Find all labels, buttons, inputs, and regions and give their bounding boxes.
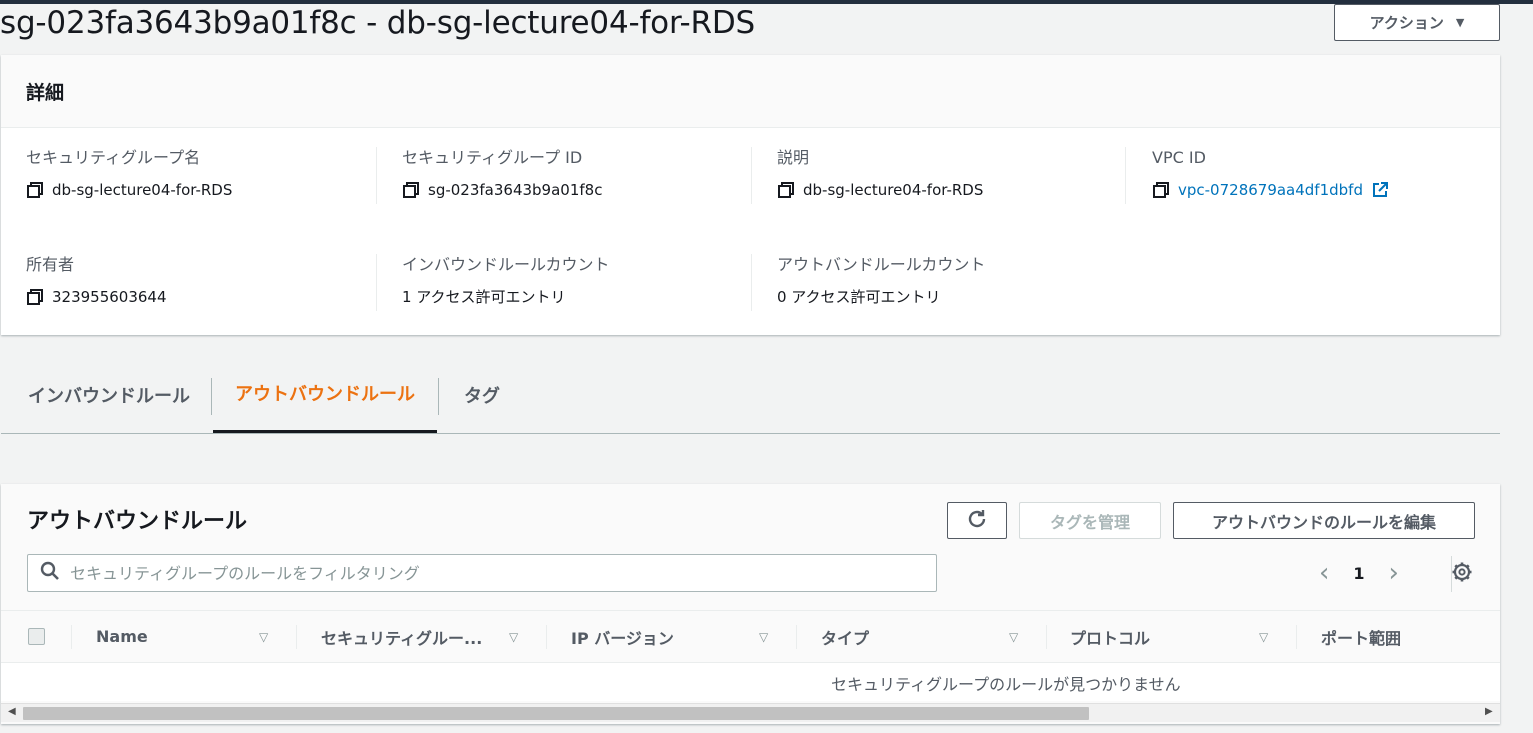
tab-bar: インバウンドルール アウトバウンドルール タグ <box>1 356 1500 434</box>
tab-separator <box>438 378 439 415</box>
field-label: 所有者 <box>26 255 75 274</box>
field-security-group-name: セキュリティグループ名 db-sg-lecture04-for-RDS <box>26 148 376 200</box>
scrollbar-thumb[interactable] <box>23 707 1089 720</box>
sort-icon[interactable]: ▽ <box>509 630 518 644</box>
actions-dropdown-button[interactable]: アクション ▼ <box>1334 4 1500 41</box>
sort-icon[interactable]: ▽ <box>759 630 768 644</box>
copy-icon[interactable] <box>26 288 44 306</box>
field-owner: 所有者 323955603644 <box>26 255 376 307</box>
caret-down-icon: ▼ <box>1455 16 1465 29</box>
column-header-protocol[interactable]: プロトコル <box>1070 611 1150 662</box>
filter-input[interactable] <box>70 563 910 583</box>
column-separator <box>1046 625 1047 649</box>
column-separator <box>1296 625 1297 649</box>
tab-separator <box>211 378 212 415</box>
copy-icon[interactable] <box>26 181 44 199</box>
settings-gear-icon[interactable] <box>1451 561 1473 583</box>
column-header-ip-version[interactable]: IP バージョン <box>571 611 674 662</box>
column-header-type[interactable]: タイプ <box>821 611 869 662</box>
field-value: 323955603644 <box>52 288 167 306</box>
column-divider <box>376 147 377 204</box>
select-all-checkbox[interactable] <box>28 628 45 645</box>
details-heading: 詳細 <box>26 81 65 104</box>
column-header-name[interactable]: Name <box>96 611 148 662</box>
column-separator <box>71 625 72 649</box>
field-value: db-sg-lecture04-for-RDS <box>52 181 233 199</box>
tab-tags[interactable]: タグ <box>464 356 500 433</box>
details-header: 詳細 <box>1 55 1500 128</box>
column-divider <box>376 254 377 311</box>
refresh-icon <box>966 508 988 534</box>
field-value: 0 アクセス許可エントリ <box>777 288 941 306</box>
column-separator <box>796 625 797 649</box>
outbound-rules-heading: アウトバウンドルール <box>27 509 248 534</box>
scroll-right-icon[interactable]: ▶ <box>1485 706 1493 717</box>
field-value: db-sg-lecture04-for-RDS <box>803 181 984 199</box>
actions-button-label: アクション <box>1369 14 1444 32</box>
pagination: ‹ 1 › <box>1319 556 1399 590</box>
previous-page-icon[interactable]: ‹ <box>1319 560 1329 586</box>
vpc-id-link[interactable]: vpc-0728679aa4df1dbfd <box>1178 180 1363 200</box>
current-page-number[interactable]: 1 <box>1353 564 1364 583</box>
column-separator <box>546 625 547 649</box>
outbound-rules-panel: アウトバウンドルール タグを管理 アウトバウンドのルールを編集 ‹ 1 › <box>1 484 1500 724</box>
copy-icon[interactable] <box>402 181 420 199</box>
details-panel: 詳細 セキュリティグループ名 db-sg-lecture04-for-RDS セ… <box>1 55 1500 335</box>
column-separator <box>296 625 297 649</box>
table-header: Name ▽ セキュリティグルー... ▽ IP バージョン ▽ タイプ ▽ プ… <box>1 610 1500 663</box>
search-icon <box>40 561 60 585</box>
column-header-port-range[interactable]: ポート範囲 <box>1321 611 1401 662</box>
empty-table-row: セキュリティグループのルールが見つかりません <box>1 663 1500 701</box>
field-vpc-id: VPC ID vpc-0728679aa4df1dbfd <box>1152 148 1502 200</box>
next-page-icon[interactable]: › <box>1389 560 1399 586</box>
copy-icon[interactable] <box>1152 181 1170 199</box>
field-inbound-rule-count: インバウンドルールカウント 1 アクセス許可エントリ <box>402 255 752 307</box>
field-value: sg-023fa3643b9a01f8c <box>428 181 603 199</box>
field-label: インバウンドルールカウント <box>402 255 610 274</box>
sort-icon[interactable]: ▽ <box>259 630 268 644</box>
tab-inbound-rules[interactable]: インバウンドルール <box>28 356 190 433</box>
column-header-security-group[interactable]: セキュリティグルー... <box>321 611 482 662</box>
manage-tags-button[interactable]: タグを管理 <box>1019 502 1161 539</box>
empty-message: セキュリティグループのルールが見つかりません <box>831 675 1181 694</box>
field-value: 1 アクセス許可エントリ <box>402 288 566 306</box>
field-description: 説明 db-sg-lecture04-for-RDS <box>777 148 1127 200</box>
sort-icon[interactable]: ▽ <box>1009 630 1018 644</box>
page-title: sg-023fa3643b9a01f8c - db-sg-lecture04-f… <box>0 5 755 41</box>
field-security-group-id: セキュリティグループ ID sg-023fa3643b9a01f8c <box>402 148 752 200</box>
field-outbound-rule-count: アウトバンドルールカウント 0 アクセス許可エントリ <box>777 255 1127 307</box>
field-label: アウトバンドルールカウント <box>777 255 986 274</box>
copy-icon[interactable] <box>777 181 795 199</box>
scroll-left-icon[interactable]: ◀ <box>8 706 16 717</box>
tab-outbound-rules[interactable]: アウトバウンドルール <box>213 356 437 433</box>
field-label: VPC ID <box>1152 148 1206 167</box>
field-label: セキュリティグループ ID <box>402 148 583 167</box>
external-link-icon[interactable] <box>1371 181 1389 199</box>
refresh-button[interactable] <box>947 502 1007 539</box>
horizontal-scrollbar[interactable]: ◀ ▶ <box>1 703 1500 722</box>
sort-icon[interactable]: ▽ <box>1259 630 1268 644</box>
filter-search-box[interactable] <box>27 554 937 592</box>
edit-outbound-rules-button[interactable]: アウトバウンドのルールを編集 <box>1173 502 1475 539</box>
field-label: セキュリティグループ名 <box>26 148 201 167</box>
field-label: 説明 <box>777 148 810 167</box>
